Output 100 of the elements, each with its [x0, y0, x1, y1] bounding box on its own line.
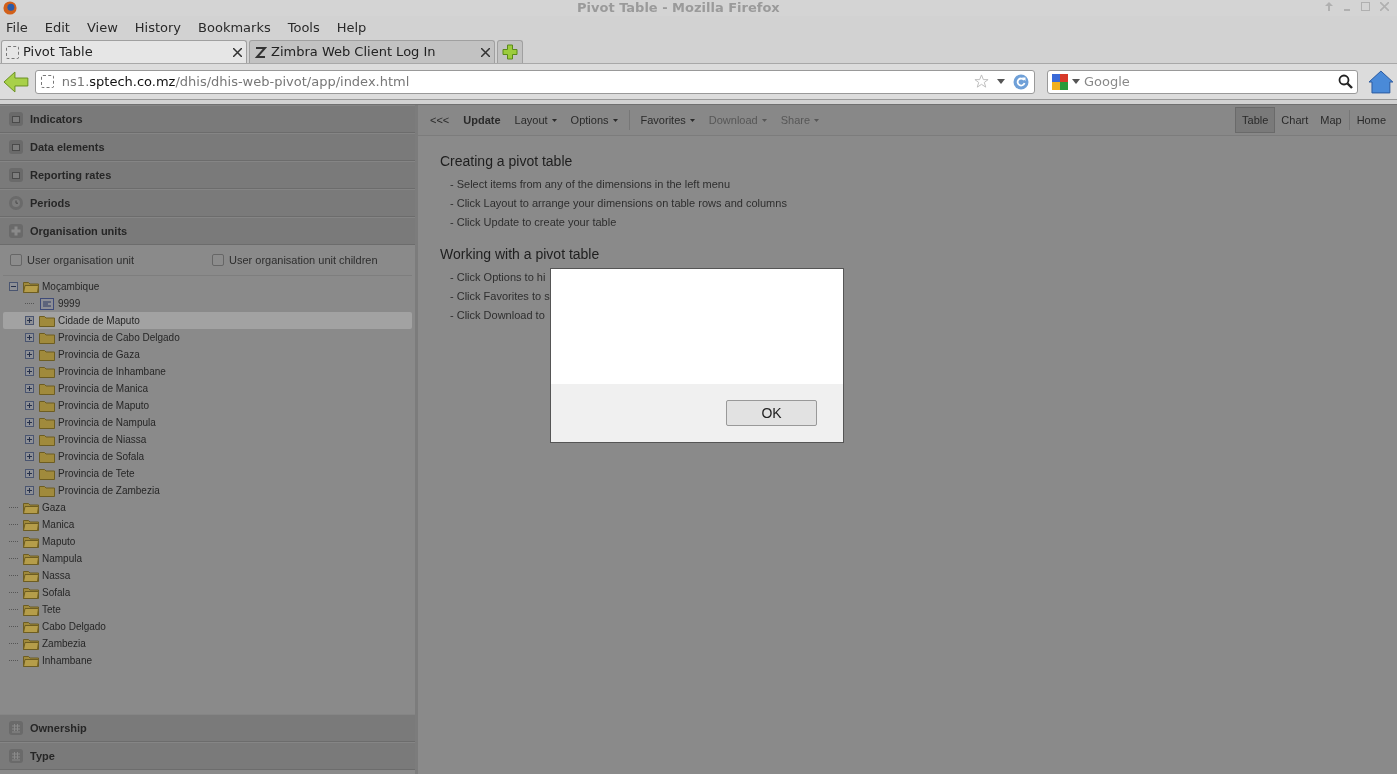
tree-label: 9999 [58, 297, 81, 311]
tree-label: Nassa [42, 569, 71, 583]
checkbox[interactable] [212, 254, 224, 266]
folder-icon [23, 501, 39, 514]
expand-icon[interactable] [25, 384, 34, 393]
view-tab[interactable]: Chart [1275, 107, 1315, 133]
tree-row[interactable]: Provincia de Maputo [3, 397, 412, 414]
tree-label: Sofala [42, 586, 71, 600]
tree-row[interactable]: Cidade de Maputo [3, 312, 412, 329]
caret-icon [814, 118, 820, 122]
tree-row[interactable]: Provincia de Tete [3, 465, 412, 482]
expand-icon[interactable] [25, 333, 34, 342]
tree-label: Inhambane [42, 654, 93, 668]
tree-row[interactable]: Provincia de Niassa [3, 431, 412, 448]
view-tab[interactable]: Table [1235, 107, 1276, 133]
dropdown-icon[interactable] [996, 79, 1005, 84]
accordion-header[interactable]: Data elements [0, 133, 415, 161]
help-heading: Creating a pivot table [440, 153, 574, 170]
tree-row[interactable]: Nassa [3, 567, 412, 584]
search-field[interactable]: Google [1046, 69, 1359, 94]
address-field[interactable]: ns1.sptech.co.mz/dhis/dhis-web-pivot/app/index.html [34, 69, 1035, 94]
accordion-header[interactable]: Type [0, 742, 415, 770]
browser-tab[interactable]: Pivot Table [1, 40, 247, 63]
tree-row[interactable]: 9999 [3, 295, 412, 312]
menu-item[interactable]: Bookmarks [198, 18, 271, 38]
tree-row[interactable]: Provincia de Cabo Delgado [3, 329, 412, 346]
menu-item[interactable]: File [6, 18, 28, 38]
help-line: - Click Options to hi [449, 270, 547, 285]
accordion-header[interactable]: Organisation units [0, 217, 415, 245]
close-icon[interactable] [481, 47, 490, 57]
menu-item[interactable]: History [134, 18, 182, 38]
tree-label: Nampula [42, 552, 83, 566]
dropdown-icon[interactable] [1071, 79, 1080, 84]
menu-button[interactable]: Favorites [633, 108, 702, 132]
tree-label: Moçambique [42, 280, 100, 294]
home-button[interactable]: Home [1350, 107, 1392, 133]
new-tab-button[interactable] [497, 40, 523, 63]
accordion-header[interactable]: Ownership [0, 714, 415, 742]
search-icon[interactable] [1338, 74, 1354, 89]
browser-tab[interactable]: Zimbra Web Client Log In [249, 40, 495, 63]
menu-button[interactable]: Layout [507, 108, 564, 132]
tree-row[interactable]: Gaza [3, 499, 412, 516]
menu-button[interactable]: Options [563, 108, 625, 132]
toolbar-button[interactable]: <<< [423, 108, 457, 132]
tree-row[interactable]: Zambezia [3, 635, 412, 652]
toolbar-button[interactable]: Update [456, 108, 508, 132]
expand-icon[interactable] [25, 350, 34, 359]
tree-row[interactable]: Cabo Delgado [3, 618, 412, 635]
folder-icon [23, 586, 39, 599]
menu-item[interactable]: Edit [44, 18, 70, 38]
tree-label: Provincia de Cabo Delgado [58, 331, 180, 345]
tree-row[interactable]: Provincia de Gaza [3, 346, 412, 363]
tree-row[interactable]: Manica [3, 516, 412, 533]
help-line: - Select items from any of the dimensions in the left menu [449, 177, 732, 192]
expand-icon[interactable] [25, 401, 34, 410]
folder-icon [23, 569, 39, 582]
accordion-header[interactable]: Indicators [0, 105, 415, 133]
tree-row[interactable]: Inhambane [3, 652, 412, 669]
expand-icon[interactable] [25, 316, 34, 325]
expand-icon[interactable] [25, 486, 34, 495]
tree-row[interactable]: Nampula [3, 550, 412, 567]
expand-icon[interactable] [25, 418, 34, 427]
expand-icon[interactable] [25, 435, 34, 444]
collapse-icon[interactable] [9, 282, 18, 291]
view-tab[interactable]: Map [1314, 107, 1348, 133]
ok-button[interactable]: OK [726, 400, 817, 426]
monitor-icon [9, 112, 23, 126]
tree-row[interactable]: Provincia de Inhambane [3, 363, 412, 380]
reload-icon[interactable] [1012, 73, 1029, 90]
tree-label: Maputo [42, 535, 76, 549]
letter-z-icon [254, 45, 267, 59]
accordion-header[interactable]: Periods [0, 189, 415, 217]
tree-row[interactable]: Provincia de Manica [3, 380, 412, 397]
tree-row[interactable]: Sofala [3, 584, 412, 601]
home-icon[interactable] [1368, 69, 1394, 94]
menu-item[interactable]: View [86, 18, 118, 38]
caret-icon [612, 118, 618, 122]
star-icon[interactable] [973, 74, 989, 89]
expand-icon[interactable] [25, 367, 34, 376]
tree-label: Provincia de Sofala [58, 450, 145, 464]
search-engine-icon[interactable] [1051, 73, 1068, 90]
expand-icon[interactable] [25, 469, 34, 478]
tree-row[interactable]: Provincia de Nampula [3, 414, 412, 431]
help-line: - Click Favorites to s [449, 289, 551, 304]
help-heading: Working with a pivot table [440, 246, 601, 263]
accordion-header[interactable]: Reporting rates [0, 161, 415, 189]
expand-icon[interactable] [25, 452, 34, 461]
tree-row[interactable]: Moçambique [3, 278, 412, 295]
tree-row[interactable]: Provincia de Zambezia [3, 482, 412, 499]
folder-icon [39, 365, 55, 378]
menu-item[interactable]: Help [336, 18, 367, 38]
tree-row[interactable]: Tete [3, 601, 412, 618]
checkbox[interactable] [10, 254, 22, 266]
search-input[interactable]: Google [1083, 71, 1335, 92]
caret-icon [761, 118, 767, 122]
menu-item[interactable]: Tools [287, 18, 320, 38]
tree-row[interactable]: Maputo [3, 533, 412, 550]
close-icon[interactable] [233, 47, 242, 57]
tree-label: Provincia de Gaza [58, 348, 140, 362]
tree-row[interactable]: Provincia de Sofala [3, 448, 412, 465]
